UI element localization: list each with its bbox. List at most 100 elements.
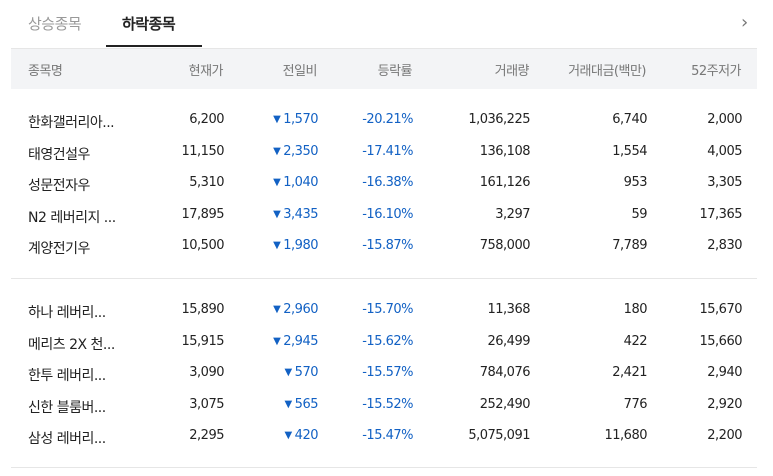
trade-amount: 59 [631, 206, 647, 222]
current-price: 3,090 [189, 365, 224, 380]
change-rate: -15.87% [362, 238, 413, 253]
tab-falling[interactable]: 하락종목 [122, 14, 176, 34]
trade-amount: 422 [623, 333, 648, 349]
table-row[interactable]: 신한 블룸버... 3,075 ▼ 565 -15.52% 252,490 776 2,920 [0, 390, 773, 421]
table-row[interactable]: 한투 레버리... 3,090 ▼ 570 -15.57% 784,076 2,421 2,9… [0, 358, 773, 389]
current-price: 2,295 [189, 428, 224, 443]
trade-amount: 776 [623, 396, 648, 412]
col-price-header[interactable]: 현재가 [189, 60, 224, 79]
current-price: 11,150 [181, 143, 225, 159]
current-price: 3,075 [189, 396, 224, 412]
change-amount: 2,960 [283, 302, 318, 317]
change-rate: -16.38% [362, 175, 413, 190]
table-row[interactable]: 삼성 레버리... 2,295 ▼ 420 -15.47% 5,075,091 11,680… [0, 421, 773, 452]
stock-name-link[interactable]: 계양전기우 [28, 238, 138, 258]
triangle-down-icon: ▼ [273, 114, 281, 125]
change-value: ▼ 570 [284, 365, 318, 380]
tab-bar: 상승종목 하락종목 › [0, 0, 773, 48]
change-value: ▼ 1,570 [273, 112, 318, 127]
trade-amount: 2,421 [612, 365, 647, 380]
stock-name-link[interactable]: 한투 레버리... [28, 365, 138, 385]
change-amount: 420 [294, 428, 319, 443]
volume: 758,000 [479, 238, 531, 253]
table-header: 종목명 현재가 전일비 등락률 거래량 거래대금(백만) 52주저가 [11, 48, 757, 89]
current-price: 15,915 [181, 333, 225, 349]
stock-name-link[interactable]: N2 레버리지 ... [28, 207, 138, 227]
stock-name-link[interactable]: 신한 블룸버... [28, 397, 138, 417]
change-rate: -17.41% [362, 143, 413, 159]
current-price: 6,200 [189, 112, 224, 127]
table-row[interactable]: 하나 레버리... 15,890 ▼ 2,960 -15.70% 11,368 180 15,… [0, 295, 773, 326]
change-value: ▼ 2,960 [273, 302, 318, 317]
triangle-down-icon: ▼ [273, 240, 281, 251]
low-52w: 15,660 [699, 333, 743, 349]
low-52w: 4,005 [707, 143, 742, 159]
change-amount: 565 [294, 396, 319, 412]
low-52w: 2,200 [707, 428, 742, 443]
low-52w: 17,365 [699, 206, 743, 222]
change-rate: -20.21% [362, 112, 413, 127]
volume: 136,108 [479, 143, 531, 159]
volume: 3,297 [495, 206, 530, 222]
triangle-down-icon: ▼ [273, 304, 281, 315]
change-value: ▼ 2,350 [273, 144, 318, 159]
change-amount: 1,040 [283, 175, 318, 190]
table-row[interactable]: 한화갤러리아... 6,200 ▼ 1,570 -20.21% 1,036,225 6,74… [0, 105, 773, 136]
change-amount: 1,570 [283, 112, 318, 127]
volume: 11,368 [487, 302, 531, 317]
active-tab-indicator [106, 45, 202, 47]
change-amount: 3,435 [283, 206, 318, 222]
stock-name-link[interactable]: 삼성 레버리... [28, 428, 138, 448]
volume: 252,490 [479, 396, 531, 412]
triangle-down-icon: ▼ [273, 335, 281, 347]
table-row[interactable]: 태영건설우 11,150 ▼ 2,350 -17.41% 136,108 1,554 4,00… [0, 137, 773, 168]
change-amount: 570 [294, 365, 319, 380]
current-price: 5,310 [189, 175, 224, 190]
trade-amount: 180 [623, 302, 648, 317]
volume: 784,076 [479, 365, 531, 380]
table-row[interactable]: 성문전자우 5,310 ▼ 1,040 -16.38% 161,126 953 3,305 [0, 168, 773, 199]
change-value: ▼ 420 [284, 428, 318, 443]
current-price: 15,890 [181, 302, 225, 317]
low-52w: 3,305 [707, 175, 742, 190]
volume: 161,126 [479, 175, 531, 190]
trade-amount: 7,789 [612, 238, 647, 253]
group-divider [11, 467, 757, 468]
low-52w: 15,670 [699, 302, 743, 317]
current-price: 10,500 [181, 238, 225, 253]
change-rate: -16.10% [362, 206, 413, 222]
trade-amount: 11,680 [604, 428, 648, 443]
col-low52-header[interactable]: 52주저가 [691, 60, 741, 79]
change-rate: -15.57% [362, 365, 413, 380]
triangle-down-icon: ▼ [273, 208, 281, 220]
change-value: ▼ 2,945 [273, 334, 318, 349]
triangle-down-icon: ▼ [284, 398, 292, 410]
table-row[interactable]: 메리츠 2X 천... 15,915 ▼ 2,945 -15.62% 26,499 422 1… [0, 327, 773, 358]
trade-amount: 953 [623, 175, 648, 190]
stock-name-link[interactable]: 하나 레버리... [28, 302, 138, 322]
stock-name-link[interactable]: 메리츠 2X 천... [28, 334, 138, 354]
stock-name-link[interactable]: 태영건설우 [28, 144, 138, 164]
stock-name-link[interactable]: 성문전자우 [28, 175, 138, 195]
table-row[interactable]: N2 레버리지 ... 17,895 ▼ 3,435 -16.10% 3,297 59 17,… [0, 200, 773, 231]
col-volume-header[interactable]: 거래량 [495, 60, 530, 79]
stock-name-link[interactable]: 한화갤러리아... [28, 112, 138, 132]
change-rate: -15.52% [362, 396, 413, 412]
low-52w: 2,920 [707, 396, 742, 412]
trade-amount: 6,740 [612, 112, 647, 127]
tab-rising[interactable]: 상승종목 [28, 14, 82, 34]
col-rate-header[interactable]: 등락률 [378, 60, 413, 79]
low-52w: 2,000 [707, 112, 742, 127]
chevron-right-icon[interactable]: › [741, 12, 748, 33]
col-name-header[interactable]: 종목명 [28, 60, 63, 79]
col-amount-header[interactable]: 거래대금(백만) [568, 60, 646, 79]
volume: 26,499 [487, 333, 531, 349]
change-rate: -15.47% [362, 428, 413, 443]
low-52w: 2,940 [707, 365, 742, 380]
volume: 1,036,225 [468, 112, 530, 127]
table-row[interactable]: 계양전기우 10,500 ▼ 1,980 -15.87% 758,000 7,789 2,83… [0, 231, 773, 262]
group-divider [11, 278, 757, 279]
change-value: ▼ 1,040 [273, 175, 318, 190]
change-rate: -15.70% [362, 302, 413, 317]
col-change-header[interactable]: 전일비 [283, 60, 318, 79]
